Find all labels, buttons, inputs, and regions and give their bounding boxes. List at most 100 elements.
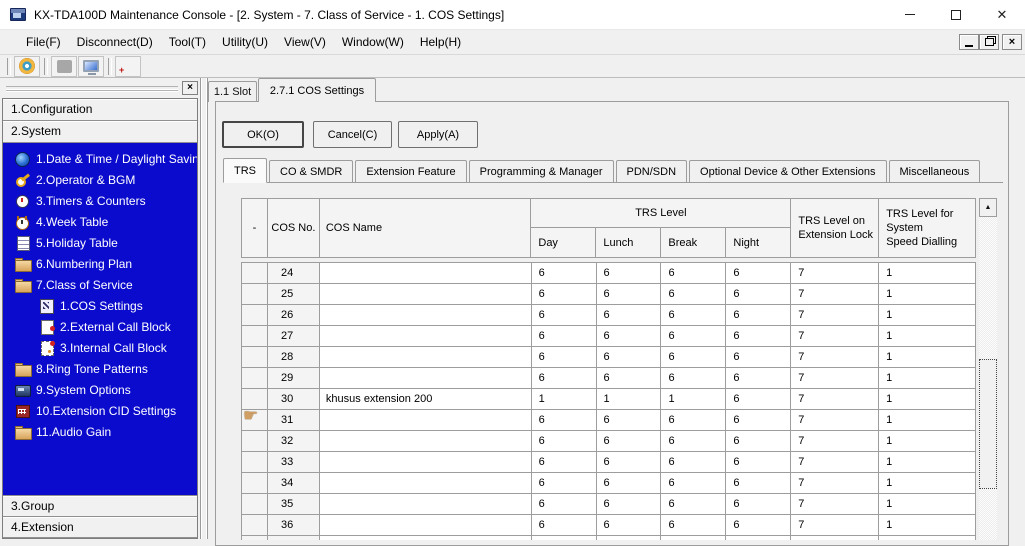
value-cell[interactable]: 6: [596, 284, 662, 305]
value-cell[interactable]: 6: [596, 347, 662, 368]
sidebar-item-10-extension-cid-settings[interactable]: 10.Extension CID Settings: [3, 400, 197, 421]
value-cell[interactable]: 6: [531, 494, 597, 515]
value-cell[interactable]: 6: [661, 431, 727, 452]
value-cell[interactable]: 1: [879, 347, 977, 368]
value-cell[interactable]: 1: [879, 410, 977, 431]
value-cell[interactable]: 7: [791, 368, 880, 389]
value-cell[interactable]: 1: [879, 368, 977, 389]
value-cell[interactable]: 6: [726, 347, 792, 368]
value-cell[interactable]: 6: [531, 410, 597, 431]
value-cell[interactable]: 6: [726, 515, 792, 536]
value-cell[interactable]: 6: [531, 347, 597, 368]
apply-button[interactable]: Apply(A): [398, 121, 478, 148]
row-selector[interactable]: [242, 326, 268, 347]
value-cell[interactable]: 6: [726, 389, 792, 410]
row-selector[interactable]: [242, 389, 268, 410]
cos-name-cell[interactable]: [319, 410, 532, 431]
sidebar-item-3-internal-call-block[interactable]: 3.Internal Call Block: [3, 337, 197, 358]
value-cell[interactable]: 7: [791, 515, 880, 536]
value-cell[interactable]: 1: [879, 515, 977, 536]
value-cell[interactable]: 6: [596, 452, 662, 473]
menu-item-help[interactable]: Help(H): [412, 31, 469, 54]
night-header[interactable]: Night: [726, 228, 792, 258]
row-selector[interactable]: [242, 284, 268, 305]
subtab-extension-feature[interactable]: Extension Feature: [355, 160, 467, 182]
sidebar-item-8-ring-tone-patterns[interactable]: 8.Ring Tone Patterns: [3, 358, 197, 379]
cos-name-cell[interactable]: [319, 473, 532, 494]
cos-no-cell[interactable]: 24: [267, 263, 320, 284]
value-cell[interactable]: 6: [726, 473, 792, 494]
value-cell[interactable]: 6: [661, 494, 727, 515]
cos-name-cell[interactable]: [319, 305, 532, 326]
sidebar-section-system[interactable]: 2.System: [3, 121, 197, 143]
value-cell[interactable]: 1: [879, 389, 977, 410]
cos-name-cell[interactable]: [319, 284, 532, 305]
help-button[interactable]: [115, 55, 141, 77]
sidebar-item-2-operator-bgm[interactable]: 2.Operator & BGM: [3, 169, 197, 190]
subtab-co-smdr[interactable]: CO & SMDR: [269, 160, 354, 182]
value-cell[interactable]: 1: [879, 326, 977, 347]
value-cell[interactable]: 6: [661, 263, 727, 284]
value-cell[interactable]: 6: [726, 284, 792, 305]
cos-name-header[interactable]: COS Name: [319, 199, 532, 258]
vertical-scrollbar[interactable]: ▲: [979, 198, 997, 540]
value-cell[interactable]: 7: [791, 452, 880, 473]
cos-name-cell[interactable]: [319, 515, 532, 536]
cos-name-cell[interactable]: [319, 326, 532, 347]
toolbar-grip[interactable]: [108, 57, 112, 75]
sidebar-grip[interactable]: [6, 85, 178, 91]
sidebar-item-3-timers-counters[interactable]: 3.Timers & Counters: [3, 190, 197, 211]
mdi-minimize-button[interactable]: [959, 34, 979, 50]
cos-name-cell[interactable]: [319, 431, 532, 452]
toolbar-grip[interactable]: [7, 57, 11, 75]
day-header[interactable]: Day: [531, 228, 597, 258]
tab-slot[interactable]: 1.1 Slot: [208, 81, 257, 102]
save-button[interactable]: [51, 55, 77, 77]
menu-item-utility[interactable]: Utility(U): [214, 31, 276, 54]
value-cell[interactable]: 6: [531, 263, 597, 284]
value-cell[interactable]: 1: [879, 452, 977, 473]
row-selector[interactable]: [242, 494, 268, 515]
value-cell[interactable]: 1: [661, 389, 727, 410]
cos-no-cell[interactable]: 26: [267, 305, 320, 326]
value-cell[interactable]: 6: [661, 305, 727, 326]
value-cell[interactable]: 1: [879, 494, 977, 515]
sidebar-item-5-holiday-table[interactable]: 5.Holiday Table: [3, 232, 197, 253]
cos-no-cell[interactable]: 27: [267, 326, 320, 347]
sidebar-section-group[interactable]: 3.Group: [3, 495, 197, 517]
value-cell[interactable]: 7: [791, 284, 880, 305]
value-cell[interactable]: 6: [531, 305, 597, 326]
row-selector[interactable]: [242, 473, 268, 494]
value-cell[interactable]: 6: [531, 326, 597, 347]
value-cell[interactable]: 6: [661, 536, 727, 540]
row-selector[interactable]: [242, 536, 268, 540]
mdi-restore-button[interactable]: [979, 34, 999, 50]
row-selector[interactable]: [242, 452, 268, 473]
sidebar-item-2-external-call-block[interactable]: 2.External Call Block: [3, 316, 197, 337]
lunch-header[interactable]: Lunch: [596, 228, 662, 258]
value-cell[interactable]: 6: [596, 368, 662, 389]
row-selector[interactable]: [242, 431, 268, 452]
cos-no-cell[interactable]: 28: [267, 347, 320, 368]
value-cell[interactable]: 6: [726, 305, 792, 326]
value-cell[interactable]: 6: [596, 494, 662, 515]
cos-no-cell[interactable]: 35: [267, 494, 320, 515]
value-cell[interactable]: 6: [596, 473, 662, 494]
value-cell[interactable]: 6: [726, 431, 792, 452]
cos-no-cell[interactable]: 29: [267, 368, 320, 389]
subtab-pdn-sdn[interactable]: PDN/SDN: [615, 160, 688, 182]
sidebar-item-1-cos-settings[interactable]: 1.COS Settings: [3, 295, 197, 316]
cos-name-cell[interactable]: [319, 347, 532, 368]
value-cell[interactable]: 6: [596, 410, 662, 431]
value-cell[interactable]: 6: [596, 431, 662, 452]
scroll-up-button[interactable]: ▲: [979, 198, 997, 217]
subtab-optional-device-other-extensions[interactable]: Optional Device & Other Extensions: [689, 160, 887, 182]
row-selector[interactable]: [242, 347, 268, 368]
scrollbar-thumb[interactable]: [979, 359, 997, 489]
value-cell[interactable]: 6: [596, 263, 662, 284]
connect-button[interactable]: [14, 55, 40, 77]
sidebar-item-7-class-of-service[interactable]: 7.Class of Service: [3, 274, 197, 295]
value-cell[interactable]: 6: [726, 410, 792, 431]
value-cell[interactable]: 6: [661, 515, 727, 536]
subtab-programming-manager[interactable]: Programming & Manager: [468, 160, 614, 182]
